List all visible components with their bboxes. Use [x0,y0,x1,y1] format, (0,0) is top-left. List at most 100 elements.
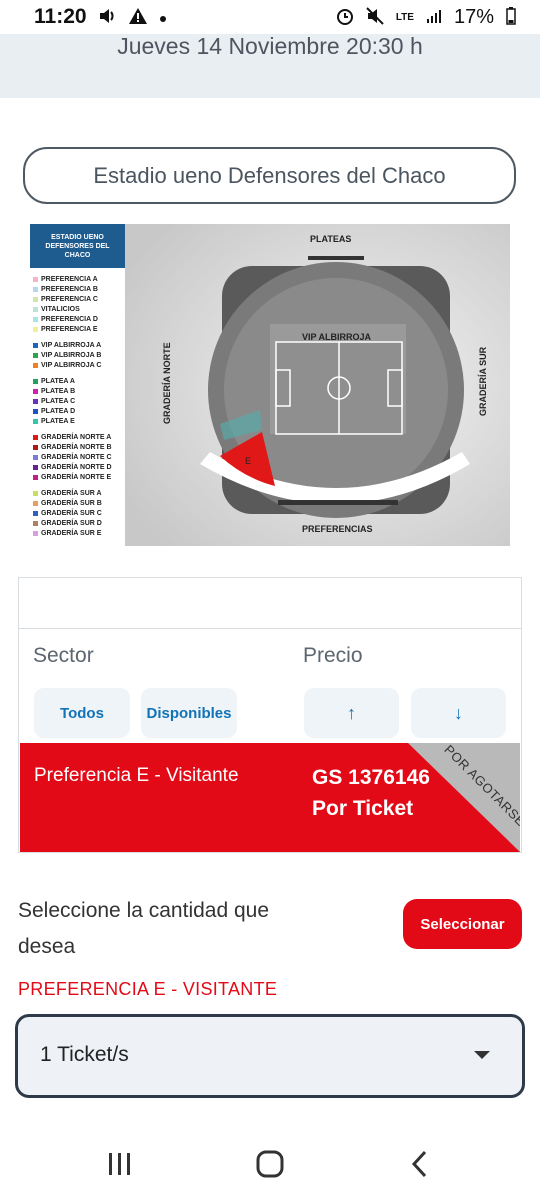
chevron-down-icon [474,1051,490,1059]
legend-swatch [33,408,38,414]
label-plateas: PLATEAS [310,234,352,244]
filter-all-button[interactable]: Todos [34,688,130,738]
legend-label: VIP ALBIRROJA B [41,351,102,359]
legend-item: PREFERENCIA A [33,274,125,284]
status-time: 11:20 [34,5,87,28]
legend-swatch [33,398,38,404]
legend-swatch [33,326,38,332]
legend-label: GRADERÍA SUR A [41,489,102,497]
legend-item: GRADERÍA NORTE D [33,462,125,472]
legend-group: PLATEA A PLATEA B PLATEA C PLATEA D PLATEA E [30,376,125,426]
legend-item: GRADERÍA SUR A [33,488,125,498]
legend-swatch [33,276,38,282]
legend-label: PLATEA A [41,377,75,385]
legend-swatch [33,316,38,322]
legend-group: PREFERENCIA A PREFERENCIA B PREFERENCIA C V… [30,274,125,334]
legend-swatch [33,342,38,348]
legend-swatch [33,464,38,470]
legend-swatch [33,490,38,496]
battery-percent: 17% [453,5,494,28]
legend-label: PLATEA E [41,417,75,425]
legend-label: GRADERÍA SUR B [41,499,102,507]
legend-label: PREFERENCIA D [41,315,98,323]
ticket-name: Preferencia E - Visitante [34,765,239,786]
sold-out-soon-badge: POR AGOTARSE [408,743,520,852]
legend-title: ESTADIO UENO DEFENSORES DEL CHACO [30,224,125,268]
legend-group: VIP ALBIRROJA A VIP ALBIRROJA B VIP ALBIRR… [30,340,125,370]
event-date: Jueves 14 Noviembre 20:30 h [117,33,423,59]
select-button[interactable]: Seleccionar [403,899,522,949]
legend-swatch [33,388,38,394]
sector-e-letter: E [245,456,251,466]
volume-icon [99,8,117,27]
dot-icon [159,9,167,26]
quantity-value: 1 Ticket/s [40,1043,129,1066]
legend-groups: PREFERENCIA A PREFERENCIA B PREFERENCIA C V… [30,274,125,538]
venue-button[interactable]: Estadio ueno Defensores del Chaco [23,147,516,204]
legend-item: PLATEA E [33,416,125,426]
legend-swatch [33,296,38,302]
legend-item: VITALICIOS [33,304,125,314]
legend-swatch [33,530,38,536]
label-vip: VIP ALBIRROJA [302,332,372,342]
legend-item: GRADERÍA NORTE C [33,452,125,462]
legend-item: PLATEA C [33,396,125,406]
legend-label: GRADERÍA SUR D [41,519,102,527]
legend-label: GRADERÍA NORTE B [41,443,112,451]
legend-label: PLATEA C [41,397,76,405]
legend-item: PREFERENCIA B [33,284,125,294]
table-divider [19,628,521,629]
home-icon[interactable] [250,1146,290,1182]
label-graderia-sur: GRADERÍA SUR [478,346,488,416]
legend-item: GRADERÍA SUR E [33,528,125,538]
sort-desc-button[interactable]: ↓ [411,688,506,738]
ticket-table: Sector Precio Todos Disponibles ↑ ↓ Pref… [18,577,522,853]
legend-item: GRADERÍA SUR D [33,518,125,528]
legend-label: GRADERÍA NORTE C [41,453,112,461]
filter-available-button[interactable]: Disponibles [141,688,237,738]
legend-swatch [33,444,38,450]
back-icon[interactable] [400,1146,440,1182]
mute-icon [366,6,384,28]
legend-item: GRADERÍA SUR B [33,498,125,508]
legend-label: GRADERÍA NORTE D [41,463,112,471]
legend-label: PREFERENCIA A [41,275,98,283]
stadium-map[interactable]: E PLATEAS VIP ALBIRROJA GRADERÍA NORTE G… [30,224,510,546]
legend-swatch [33,434,38,440]
col-sector-header: Sector [33,644,94,667]
legend-item: PREFERENCIA E [33,324,125,334]
legend-label: GRADERÍA NORTE A [41,433,112,441]
legend-swatch [33,378,38,384]
legend-label: PLATEA D [41,407,76,415]
legend-item: PLATEA D [33,406,125,416]
battery-icon [506,6,516,28]
system-nav-bar [0,1128,540,1200]
status-bar: 11:20 LTE 17% [0,0,540,34]
recent-apps-icon[interactable] [100,1146,140,1182]
legend-label: GRADERÍA NORTE E [41,473,112,481]
ticket-row[interactable]: Preferencia E - Visitante GS 1376146 Por… [20,743,520,852]
selected-sector-name: PREFERENCIA E - VISITANTE [18,979,278,999]
legend-swatch [33,362,38,368]
label-preferencias: PREFERENCIAS [302,524,373,534]
map-legend: ESTADIO UENO DEFENSORES DEL CHACO PREFER… [30,224,126,546]
legend-item: GRADERÍA NORTE E [33,472,125,482]
legend-label: VIP ALBIRROJA C [41,361,102,369]
legend-label: GRADERÍA SUR C [41,509,102,517]
legend-swatch [33,520,38,526]
legend-label: VITALICIOS [41,305,80,313]
legend-item: PREFERENCIA D [33,314,125,324]
event-header: Jueves 14 Noviembre 20:30 h [0,34,540,98]
legend-item: PREFERENCIA C [33,294,125,304]
legend-item: GRADERÍA NORTE A [33,432,125,442]
legend-label: PLATEA B [41,387,76,395]
alarm-icon [336,7,354,28]
sort-asc-button[interactable]: ↑ [304,688,399,738]
legend-swatch [33,474,38,480]
legend-label: PREFERENCIA E [41,325,98,333]
legend-item: GRADERÍA NORTE B [33,442,125,452]
legend-item: VIP ALBIRROJA C [33,360,125,370]
legend-swatch [33,352,38,358]
legend-group: GRADERÍA NORTE A GRADERÍA NORTE B GRADERÍA… [30,432,125,482]
quantity-dropdown[interactable]: 1 Ticket/s [15,1014,525,1098]
